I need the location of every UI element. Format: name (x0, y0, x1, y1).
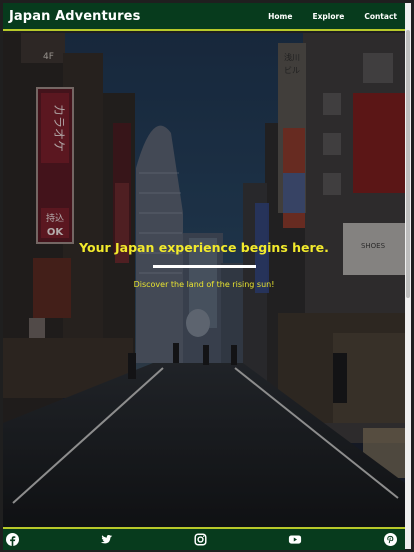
nav-link-home[interactable]: Home (268, 12, 292, 21)
navbar: Japan Adventures Home Explore Contact (3, 3, 405, 31)
twitter-icon[interactable] (100, 533, 113, 546)
hero-overlay: Your Japan experience begins here. Disco… (3, 33, 405, 527)
nav-link-contact[interactable]: Contact (364, 12, 397, 21)
nav-links: Home Explore Contact (268, 12, 397, 21)
scrollbar-thumb[interactable] (406, 30, 410, 298)
pinterest-icon[interactable] (384, 533, 397, 546)
nav-link-explore[interactable]: Explore (312, 12, 344, 21)
hero-tagline: Discover the land of the rising sun! (133, 280, 275, 289)
footer (3, 527, 405, 550)
instagram-icon[interactable] (194, 533, 207, 546)
hero-headline: Your Japan experience begins here. (79, 240, 329, 255)
hero-divider (153, 265, 256, 268)
page-frame: Japan Adventures Home Explore Contact カラ… (0, 0, 414, 552)
site-brand[interactable]: Japan Adventures (9, 9, 140, 24)
hero-section: カラオケ 持込 OK 4F 浅川 ビル SHOES Your Japan exp… (3, 33, 405, 527)
facebook-icon[interactable] (6, 533, 19, 546)
youtube-icon[interactable] (288, 533, 302, 546)
